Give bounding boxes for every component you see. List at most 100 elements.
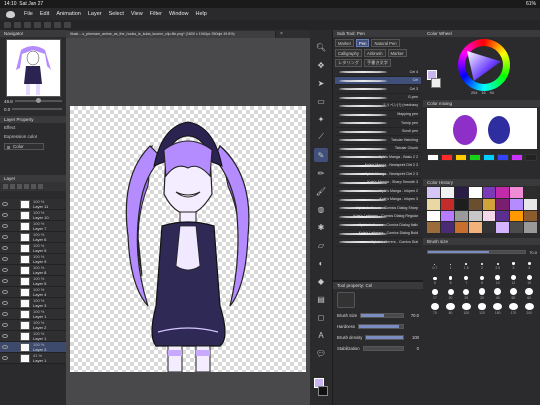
- decoration-tool-icon[interactable]: ✱: [314, 220, 328, 234]
- brush-size-preset[interactable]: 80: [443, 303, 459, 315]
- history-color-swatch[interactable]: [454, 210, 468, 222]
- history-color-swatch[interactable]: [524, 210, 537, 222]
- save-button[interactable]: [24, 22, 31, 28]
- eye-icon[interactable]: [2, 345, 8, 349]
- brush-item[interactable]: Kyle's Manga - Newsprint Dirt 2 3: [335, 162, 421, 170]
- pencil-tool-icon[interactable]: ✏: [314, 166, 328, 180]
- app-logo-icon[interactable]: [6, 10, 15, 18]
- brush-size-preset[interactable]: 40: [490, 288, 506, 300]
- history-color-swatch[interactable]: [496, 210, 510, 222]
- eye-icon[interactable]: [2, 213, 8, 217]
- brush-size-preset[interactable]: 0.7: [427, 258, 443, 270]
- property-slider[interactable]: [360, 313, 404, 318]
- text-tool-icon[interactable]: A: [314, 328, 328, 342]
- history-color-swatch[interactable]: [440, 210, 454, 222]
- history-color-swatch[interactable]: [454, 198, 468, 210]
- auto-select-tool-icon[interactable]: ✦: [314, 112, 328, 126]
- brush-item[interactable]: Cel 4: [335, 68, 421, 77]
- layer-row[interactable]: 100 % Layer 4: [0, 287, 66, 298]
- open-button[interactable]: [14, 22, 21, 28]
- eye-icon[interactable]: [2, 268, 8, 272]
- brush-size-preset[interactable]: 20: [443, 288, 459, 300]
- palette-color-swatch[interactable]: [455, 154, 467, 161]
- eye-icon[interactable]: [2, 257, 8, 261]
- brush-size-preset[interactable]: 15: [521, 273, 537, 285]
- brush-size-preset[interactable]: 1.5: [458, 258, 474, 270]
- history-color-swatch[interactable]: [468, 187, 482, 198]
- brush-item[interactable]: Cel 3: [335, 85, 421, 94]
- brush-item[interactable]: Kyle's Manga - Newsprint Dirt 2 3: [335, 170, 421, 179]
- brush-item[interactable]: Kyle's Letterers - Comics Dialog Sharp: [335, 204, 421, 213]
- clip-icon[interactable]: [24, 184, 29, 189]
- lock-icon[interactable]: [17, 184, 22, 189]
- palette-color-swatch[interactable]: [441, 154, 453, 161]
- gradient-tool-icon[interactable]: ▤: [314, 292, 328, 306]
- layer-row[interactable]: 100 % Layer 1: [0, 331, 66, 342]
- menu-animation[interactable]: Animation: [56, 11, 80, 17]
- sub-tool-group-tab[interactable]: レタリング: [335, 59, 362, 67]
- blend-tool-icon[interactable]: ◐: [314, 256, 328, 270]
- history-color-swatch[interactable]: [440, 222, 454, 233]
- brush-item[interactable]: Kyle's Manga - Sharp Smooth 3: [335, 179, 421, 187]
- menu-filter[interactable]: Filter: [150, 11, 162, 17]
- eyedropper-tool-icon[interactable]: ⟋: [314, 130, 328, 144]
- brush-size-preset[interactable]: 17: [427, 288, 443, 300]
- history-color-swatch[interactable]: [524, 222, 537, 233]
- brush-size-preset[interactable]: 7: [458, 273, 474, 285]
- wheel-sub-color[interactable]: [431, 78, 441, 88]
- menu-view[interactable]: View: [131, 11, 143, 17]
- history-color-swatch[interactable]: [510, 187, 524, 198]
- brush-size-preset[interactable]: 120: [474, 303, 490, 315]
- brush-size-preset[interactable]: 25: [458, 288, 474, 300]
- menu-file[interactable]: File: [24, 11, 33, 17]
- brush-size-preset[interactable]: 70: [427, 303, 443, 315]
- delete-layer-icon[interactable]: [38, 184, 43, 189]
- sub-tool-group-tab[interactable]: Calligraphy: [335, 49, 362, 57]
- palette-color-swatch[interactable]: [427, 154, 439, 161]
- airbrush-tool-icon[interactable]: ◍: [314, 202, 328, 216]
- eye-icon[interactable]: [2, 356, 8, 360]
- brush-size-preset[interactable]: 2: [474, 258, 490, 270]
- history-color-swatch[interactable]: [468, 198, 482, 210]
- brush-item[interactable]: Tabular Chunk: [335, 145, 421, 153]
- sub-tool-group-tab[interactable]: Airbrush: [363, 49, 386, 57]
- selection-tool-icon[interactable]: ▭: [314, 94, 328, 108]
- rotation-slider[interactable]: [12, 108, 62, 110]
- menu-window[interactable]: Window: [169, 11, 189, 17]
- zoom-tool-icon[interactable]: 🔍︎: [314, 40, 328, 54]
- brush-size-preset[interactable]: 170: [506, 303, 522, 315]
- brush-item[interactable]: ミリペン(?) (mechaxy: [335, 102, 421, 111]
- tool-property-row[interactable]: Brush density 100: [337, 334, 419, 341]
- brush-size-preset[interactable]: 5: [427, 273, 443, 285]
- history-color-swatch[interactable]: [510, 198, 524, 210]
- document-tab[interactable]: Illustr....s_pheniam_anime_as_the_hooks_…: [66, 30, 276, 38]
- brush-item[interactable]: Kyle's Letterers - Comics Dialog Italic: [335, 221, 421, 230]
- eye-icon[interactable]: [2, 235, 8, 239]
- eraser-tool-icon[interactable]: ▱: [314, 238, 328, 252]
- transform-button[interactable]: [64, 22, 71, 28]
- menu-layer[interactable]: Layer: [88, 11, 102, 17]
- brush-size-preset[interactable]: 100: [458, 303, 474, 315]
- close-icon[interactable]: ×: [280, 31, 283, 37]
- brush-item[interactable]: Mapping pen: [335, 111, 421, 119]
- brush-item[interactable]: Scroll pen: [335, 128, 421, 136]
- sub-tool-group-tab[interactable]: Marker: [387, 49, 407, 57]
- history-color-swatch[interactable]: [496, 198, 510, 210]
- brush-item[interactable]: Kyle's Manga - Basic 2 2: [335, 153, 421, 162]
- eye-icon[interactable]: [2, 301, 8, 305]
- expression-color-select[interactable]: Color: [4, 143, 44, 150]
- property-slider[interactable]: [365, 335, 404, 340]
- brush-size-slider[interactable]: 70.0: [427, 249, 537, 255]
- move-tool-icon[interactable]: ✥: [314, 58, 328, 72]
- sub-tool-group-tab[interactable]: Marker: [335, 39, 355, 47]
- brush-size-preset[interactable]: 10: [490, 273, 506, 285]
- layer-row[interactable]: 100 % Layer 3: [0, 342, 66, 353]
- layer-row[interactable]: 100 % Layer 7: [0, 221, 66, 232]
- palette-color-swatch[interactable]: [511, 154, 523, 161]
- redo-button[interactable]: [44, 22, 51, 28]
- drawing-canvas[interactable]: [70, 106, 306, 372]
- eye-icon[interactable]: [2, 323, 8, 327]
- new-file-button[interactable]: [4, 22, 11, 28]
- eye-icon[interactable]: [2, 334, 8, 338]
- menu-help[interactable]: Help: [196, 11, 207, 17]
